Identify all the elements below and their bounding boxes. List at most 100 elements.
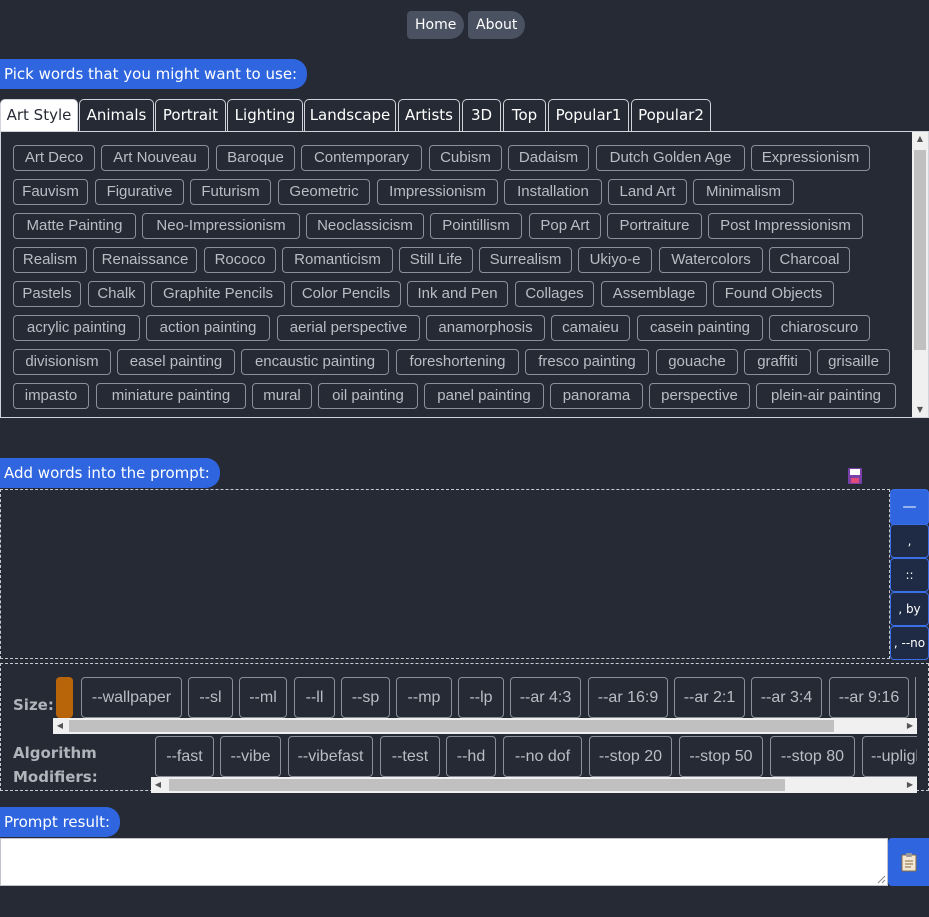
word-chip[interactable]: chiaroscuro bbox=[769, 315, 870, 341]
size-modifier-chip[interactable]: --ll bbox=[294, 677, 335, 718]
words-scrollbar[interactable]: ▲ ▼ bbox=[912, 132, 928, 417]
word-chip[interactable]: Color Pencils bbox=[291, 281, 401, 307]
size-scrollbar[interactable]: ◀ ▶ bbox=[53, 718, 917, 734]
word-chip[interactable]: Post Impressionism bbox=[708, 213, 863, 239]
tab-art-style[interactable]: Art Style bbox=[0, 99, 78, 132]
word-chip[interactable]: Collages bbox=[515, 281, 594, 307]
tab-popular2[interactable]: Popular2 bbox=[631, 99, 711, 132]
word-chip[interactable]: panorama bbox=[550, 383, 643, 409]
scroll-left-arrow-icon[interactable]: ◀ bbox=[53, 718, 67, 734]
double-colon-button[interactable]: :: bbox=[890, 558, 929, 592]
word-chip[interactable]: oil painting bbox=[318, 383, 418, 409]
tab-popular1[interactable]: Popular1 bbox=[548, 99, 629, 132]
word-chip[interactable]: Neo-Impressionism bbox=[142, 213, 300, 239]
word-chip[interactable]: Watercolors bbox=[659, 247, 763, 273]
size-modifier-chip[interactable]: --sp bbox=[341, 677, 390, 718]
word-chip[interactable]: Futurism bbox=[190, 179, 271, 205]
word-chip[interactable]: Neoclassicism bbox=[306, 213, 424, 239]
no-button[interactable]: , --no bbox=[890, 626, 929, 660]
word-chip[interactable]: Figurative bbox=[95, 179, 184, 205]
word-chip[interactable]: divisionism bbox=[13, 349, 111, 375]
size-modifier-chip[interactable]: --ar 2:1 bbox=[674, 677, 745, 718]
word-chip[interactable]: Art Nouveau bbox=[101, 145, 209, 171]
size-modifier-chip[interactable]: --mp bbox=[396, 677, 452, 718]
dash-separator-button[interactable]: — bbox=[890, 489, 929, 525]
word-chip[interactable]: foreshortening bbox=[396, 349, 519, 375]
scroll-down-arrow-icon[interactable]: ▼ bbox=[912, 403, 928, 417]
word-chip[interactable]: Dutch Golden Age bbox=[596, 145, 745, 171]
prompt-result-textarea[interactable] bbox=[0, 838, 888, 886]
word-chip[interactable]: Contemporary bbox=[301, 145, 422, 171]
size-modifier-chip[interactable]: --sl bbox=[188, 677, 233, 718]
size-color-swatch[interactable] bbox=[56, 677, 73, 718]
tab-landscape[interactable]: Landscape bbox=[304, 99, 396, 132]
word-chip[interactable]: Assemblage bbox=[601, 281, 707, 307]
word-chip[interactable]: Impressionism bbox=[377, 179, 498, 205]
word-chip[interactable]: Still Life bbox=[399, 247, 473, 273]
word-chip[interactable]: Surrealism bbox=[479, 247, 572, 273]
word-chip[interactable]: Dadaism bbox=[508, 145, 589, 171]
scroll-up-arrow-icon[interactable]: ▲ bbox=[912, 132, 928, 146]
word-chip[interactable]: Renaissance bbox=[93, 247, 197, 273]
scrollbar-thumb[interactable] bbox=[914, 150, 926, 350]
scrollbar-thumb[interactable] bbox=[169, 779, 785, 791]
word-chip[interactable]: acrylic painting bbox=[13, 315, 140, 341]
algorithm-modifier-chip[interactable]: --hd bbox=[446, 736, 496, 777]
size-modifier-chip[interactable]: --ar 3:4 bbox=[751, 677, 822, 718]
word-chip[interactable]: aerial perspective bbox=[277, 315, 420, 341]
word-chip[interactable]: Charcoal bbox=[769, 247, 850, 273]
algorithm-modifier-chip[interactable]: --no dof bbox=[503, 736, 582, 777]
word-chip[interactable]: Land Art bbox=[608, 179, 687, 205]
word-chip[interactable]: Pop Art bbox=[529, 213, 601, 239]
word-chip[interactable]: Romanticism bbox=[282, 247, 393, 273]
word-chip[interactable]: plein-air painting bbox=[756, 383, 896, 409]
word-chip[interactable]: Pointillism bbox=[430, 213, 522, 239]
word-chip[interactable]: camaieu bbox=[551, 315, 630, 341]
size-modifier-chip[interactable]: --ar 4:3 bbox=[510, 677, 581, 718]
word-chip[interactable]: Installation bbox=[504, 179, 602, 205]
floppy-disk-icon[interactable] bbox=[847, 467, 863, 485]
word-chip[interactable]: Expressionism bbox=[751, 145, 870, 171]
word-chip[interactable]: Minimalism bbox=[693, 179, 794, 205]
size-modifier-chip[interactable]: --ar 9:16 bbox=[829, 677, 909, 718]
home-button[interactable]: Home bbox=[407, 11, 465, 39]
algorithm-modifier-chip[interactable]: --fast bbox=[155, 736, 214, 777]
comma-separator-button[interactable]: , bbox=[890, 524, 929, 558]
size-modifier-chip[interactable]: --ml bbox=[239, 677, 287, 718]
word-chip[interactable]: perspective bbox=[649, 383, 750, 409]
size-modifier-chip[interactable]: --wallpaper bbox=[81, 677, 182, 718]
algorithm-modifier-chip[interactable]: --uplight bbox=[862, 736, 917, 777]
word-chip[interactable]: panel painting bbox=[424, 383, 544, 409]
word-chip[interactable]: Ukiyo-e bbox=[578, 247, 652, 273]
tab-lighting[interactable]: Lighting bbox=[227, 99, 303, 132]
prompt-input-area[interactable] bbox=[0, 489, 890, 659]
size-modifier-chip[interactable]: --ar 16:9 bbox=[588, 677, 668, 718]
word-chip[interactable]: Graphite Pencils bbox=[151, 281, 285, 307]
word-chip[interactable]: casein painting bbox=[637, 315, 763, 341]
word-chip[interactable]: easel painting bbox=[117, 349, 235, 375]
scroll-right-arrow-icon[interactable]: ▶ bbox=[903, 718, 917, 734]
word-chip[interactable]: fresco painting bbox=[525, 349, 649, 375]
word-chip[interactable]: action painting bbox=[146, 315, 270, 341]
algorithm-modifier-chip[interactable]: --stop 50 bbox=[679, 736, 763, 777]
tab-portrait[interactable]: Portrait bbox=[155, 99, 226, 132]
word-chip[interactable]: impasto bbox=[13, 383, 89, 409]
word-chip[interactable]: Portraiture bbox=[607, 213, 702, 239]
scroll-right-arrow-icon[interactable]: ▶ bbox=[903, 777, 917, 793]
word-chip[interactable]: Cubism bbox=[429, 145, 502, 171]
tab-animals[interactable]: Animals bbox=[79, 99, 154, 132]
word-chip[interactable]: grisaille bbox=[817, 349, 890, 375]
word-chip[interactable]: anamorphosis bbox=[426, 315, 545, 341]
word-chip[interactable]: mural bbox=[252, 383, 312, 409]
resize-grip-icon[interactable] bbox=[876, 874, 886, 884]
word-chip[interactable]: gouache bbox=[656, 349, 738, 375]
tab-top[interactable]: Top bbox=[503, 99, 546, 132]
algorithm-modifier-chip[interactable]: --stop 80 bbox=[770, 736, 855, 777]
word-chip[interactable]: Pastels bbox=[13, 281, 81, 307]
word-chip[interactable]: Fauvism bbox=[13, 179, 88, 205]
word-chip[interactable]: Art Deco bbox=[13, 145, 95, 171]
tab-3d[interactable]: 3D bbox=[462, 99, 501, 132]
tab-artists[interactable]: Artists bbox=[398, 99, 460, 132]
word-chip[interactable]: Found Objects bbox=[713, 281, 834, 307]
word-chip[interactable]: miniature painting bbox=[96, 383, 246, 409]
